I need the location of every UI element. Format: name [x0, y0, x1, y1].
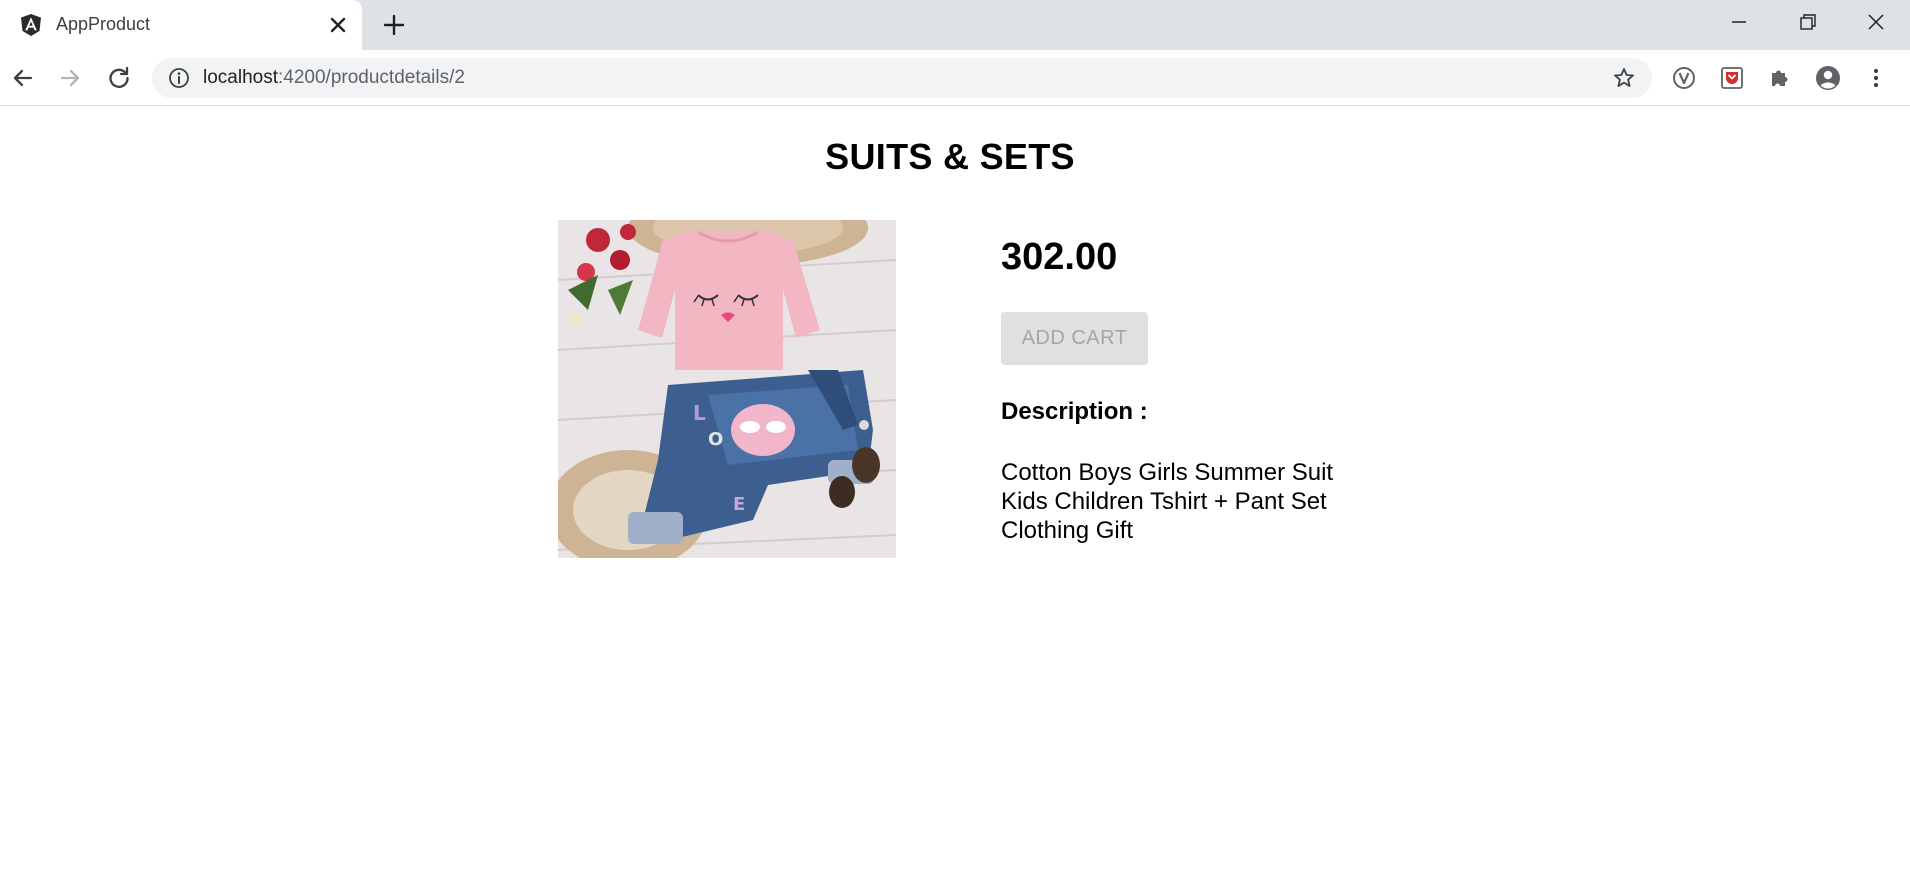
browser-tab[interactable]: AppProduct — [0, 0, 362, 50]
arrow-right-icon[interactable] — [56, 64, 84, 92]
puzzle-icon[interactable] — [1766, 64, 1794, 92]
reload-icon[interactable] — [105, 64, 133, 92]
address-bar[interactable]: localhost:4200/productdetails/2 — [152, 58, 1652, 98]
vimium-icon[interactable] — [1670, 64, 1698, 92]
account-icon[interactable] — [1814, 64, 1842, 92]
close-icon[interactable] — [326, 13, 350, 37]
restore-icon[interactable] — [1792, 10, 1822, 34]
svg-text:L: L — [693, 401, 706, 425]
tab-strip: AppProduct — [0, 0, 1910, 50]
star-icon[interactable] — [1612, 66, 1636, 90]
add-cart-button[interactable]: ADD CART — [1001, 312, 1148, 365]
product-image: L O E — [558, 220, 896, 558]
svg-text:O: O — [708, 429, 723, 450]
info-icon[interactable] — [168, 67, 190, 89]
angular-icon — [19, 13, 43, 37]
product-price: 302.00 — [1001, 236, 1118, 278]
pocket-icon[interactable] — [1718, 64, 1746, 92]
arrow-left-icon[interactable] — [9, 64, 37, 92]
page-title: SUITS & SETS — [825, 136, 1075, 177]
kebab-menu-icon[interactable] — [1862, 64, 1890, 92]
plus-icon[interactable] — [381, 12, 407, 38]
svg-text:E: E — [733, 494, 745, 515]
url-path: :4200/productdetails/2 — [278, 67, 465, 88]
browser-toolbar: localhost:4200/productdetails/2 — [0, 50, 1910, 106]
url-text[interactable]: localhost:4200/productdetails/2 — [203, 67, 465, 89]
url-host: localhost — [203, 67, 278, 88]
description-label: Description : — [1001, 398, 1148, 425]
tab-title: AppProduct — [56, 14, 151, 34]
description-text: Cotton Boys Girls Summer Suit Kids Child… — [1001, 459, 1334, 544]
minimize-icon[interactable] — [1724, 10, 1754, 34]
window-close-icon[interactable] — [1861, 10, 1891, 34]
